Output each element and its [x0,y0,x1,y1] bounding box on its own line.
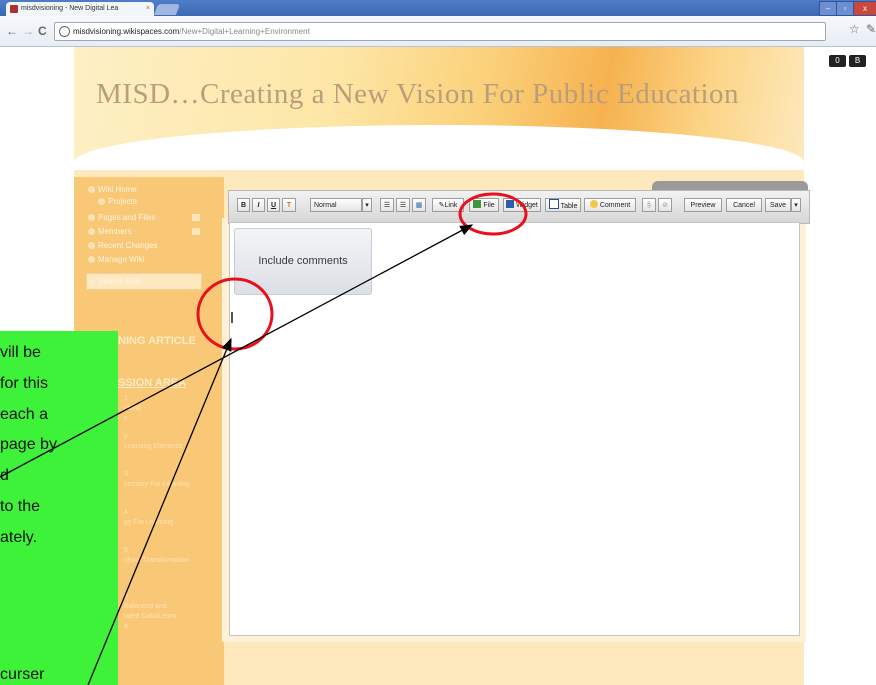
file-button-highlight-circle [458,192,528,236]
arrow-to-cursor [87,337,232,685]
annotation-overlay [0,192,528,685]
arrow-to-file-button [0,224,474,478]
cursor-highlight-circle [196,277,274,351]
